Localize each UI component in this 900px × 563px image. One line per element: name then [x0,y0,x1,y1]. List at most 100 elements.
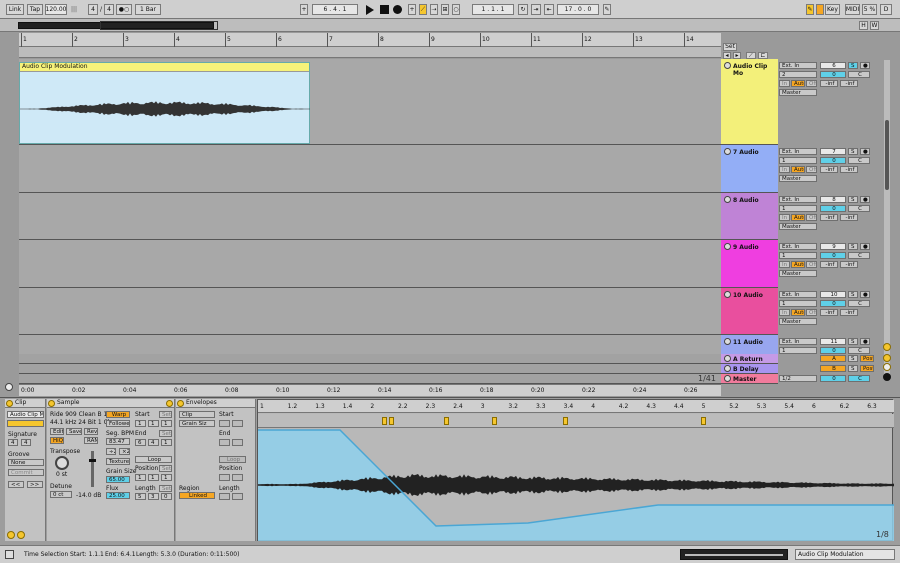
track-fold-icon[interactable] [724,148,731,155]
arm-button[interactable]: ● [860,62,870,69]
sig-numerator[interactable]: 4 [88,4,98,15]
env-start-bar[interactable] [219,420,230,427]
end-bar[interactable]: 6 [135,439,146,446]
track-fold-icon[interactable] [724,291,731,298]
monitor-in[interactable]: In [779,80,790,87]
sample-editor[interactable]: 1 1.2 1.3 1.4 2 2.2 2.3 2.4 3 3.2 3.3 3.4 4 4.2 4.3 4.4… [257,399,894,541]
track-name[interactable]: 11 Audio [733,339,763,346]
arm-button[interactable]: ● [860,291,870,298]
track-lane[interactable] [19,145,721,193]
double-bpm-button[interactable]: ×2 [119,448,130,455]
end-sixteenth[interactable]: 1 [161,439,172,446]
warp-marker-lane[interactable] [258,414,894,428]
clip-nav-prev[interactable]: << [8,481,24,488]
return-letter[interactable]: A [820,355,846,362]
loop-start-field[interactable]: 1 . 1 . 1 [472,4,514,15]
env-loop-button[interactable]: Loop [219,456,246,463]
capture-icon[interactable]: ⊞ [441,4,449,15]
gain-slider[interactable] [91,451,94,487]
pan-field[interactable]: C [848,71,870,78]
input-channel-select[interactable]: 1 [779,205,817,212]
track-name[interactable]: 8 Audio [733,197,759,204]
monitor-in[interactable]: In [779,309,790,316]
output-select[interactable]: Master [779,89,817,96]
warp-mode-select[interactable]: Texture [106,458,130,465]
volume-field[interactable]: 0 [820,205,846,212]
hide-button[interactable]: H [859,21,868,30]
end-set-button[interactable]: Set [159,430,172,437]
arm-button[interactable]: ● [860,148,870,155]
monitor-in[interactable]: In [779,261,790,268]
return-lane[interactable] [19,374,721,384]
io-toggle-icon[interactable] [883,343,891,351]
env-position-beat[interactable] [232,474,243,481]
input-channel-select[interactable]: 1 [779,347,817,354]
seg-bpm-field[interactable]: 83.47 [106,438,130,445]
return-fold-icon[interactable] [724,355,731,362]
input-type-select[interactable]: Ext. In [779,338,817,345]
key-map-button[interactable]: Key [825,4,840,15]
loop-button[interactable]: Loop [135,456,172,463]
return-fold-icon[interactable] [724,365,731,372]
show-clip-icon[interactable] [7,531,15,539]
track-fold-icon[interactable] [724,338,731,345]
send-a-field[interactable]: -inf [820,80,838,87]
pan-field[interactable]: C [848,300,870,307]
return-letter[interactable]: B [820,365,846,372]
sends-toggle-icon[interactable] [883,354,891,362]
arrangement-loop-icon[interactable] [5,383,13,391]
grain-size-field[interactable]: 65.00 [106,476,130,483]
pan-field[interactable]: C [848,347,870,354]
link-button[interactable]: Link [6,4,24,15]
return-fold-icon[interactable] [724,375,731,382]
position-set-button[interactable]: Set [159,465,172,472]
master-volume[interactable]: 0 [820,375,846,382]
input-type-select[interactable]: Ext. In [779,291,817,298]
locator-lane[interactable] [19,47,721,58]
track-lane[interactable] [19,288,721,335]
status-overview-bar[interactable] [680,549,788,560]
input-channel-select[interactable]: 1 [779,252,817,259]
clip-color-select[interactable] [7,420,44,427]
start-sixteenth[interactable]: 1 [161,420,172,427]
metronome-icon[interactable]: ●○ [116,4,132,15]
warp-marker[interactable] [444,417,449,425]
track-fold-icon[interactable] [724,62,731,69]
return-lane[interactable] [19,354,721,364]
clip-name-field[interactable]: Audio Clip Mo [7,411,44,418]
quantize-select[interactable]: 1 Bar [135,4,161,15]
arm-button[interactable]: ● [860,243,870,250]
track-header[interactable]: 8 Audio [721,193,778,240]
track-activator[interactable]: 9 [820,243,846,250]
input-type-select[interactable]: Ext. In [779,196,817,203]
position-sixteenth[interactable]: 1 [161,474,172,481]
end-beat[interactable]: 4 [148,439,159,446]
clip-activator-icon[interactable] [6,400,13,407]
output-select[interactable]: Master [779,175,817,182]
re-enable-automation-icon[interactable]: ⇢ [430,4,438,15]
gain-slider-thumb[interactable] [89,459,96,462]
send-a-field[interactable]: -inf [820,261,838,268]
monitor-in[interactable]: In [779,214,790,221]
output-select[interactable]: Master [779,318,817,325]
time-ruler[interactable]: 0:00 0:02 0:04 0:06 0:08 0:10 0:12 0:14 0:16 0:18… [19,384,721,396]
input-channel-select[interactable]: 1 [779,157,817,164]
send-b-field[interactable]: -inf [840,261,858,268]
monitor-off[interactable]: Off [806,80,817,87]
pan-field[interactable]: C [848,252,870,259]
draw-mode-icon[interactable]: ✎ [603,4,611,15]
return-solo[interactable]: S [848,355,858,362]
sample-editor-ruler[interactable]: 1 1.2 1.3 1.4 2 2.2 2.3 2.4 3 3.2 3.3 3.4 4 4.2 4.3 4.4… [258,400,894,413]
send-b-field[interactable]: -inf [840,166,858,173]
arm-button[interactable]: ● [860,338,870,345]
vertical-scrollbar[interactable] [884,60,890,380]
sample-expand-icon[interactable] [166,400,173,407]
track-lane[interactable] [19,240,721,288]
audio-clip-title[interactable]: Audio Clip Modulation [20,63,309,72]
draw-envelope-icon[interactable]: ⟋ [746,52,756,59]
wide-button[interactable]: W [870,21,879,30]
prev-locator-icon[interactable]: ◂ [723,52,731,59]
warp-marker[interactable] [563,417,568,425]
output-select[interactable]: Master [779,223,817,230]
sample-reverse-button[interactable]: Rev. [84,428,98,435]
